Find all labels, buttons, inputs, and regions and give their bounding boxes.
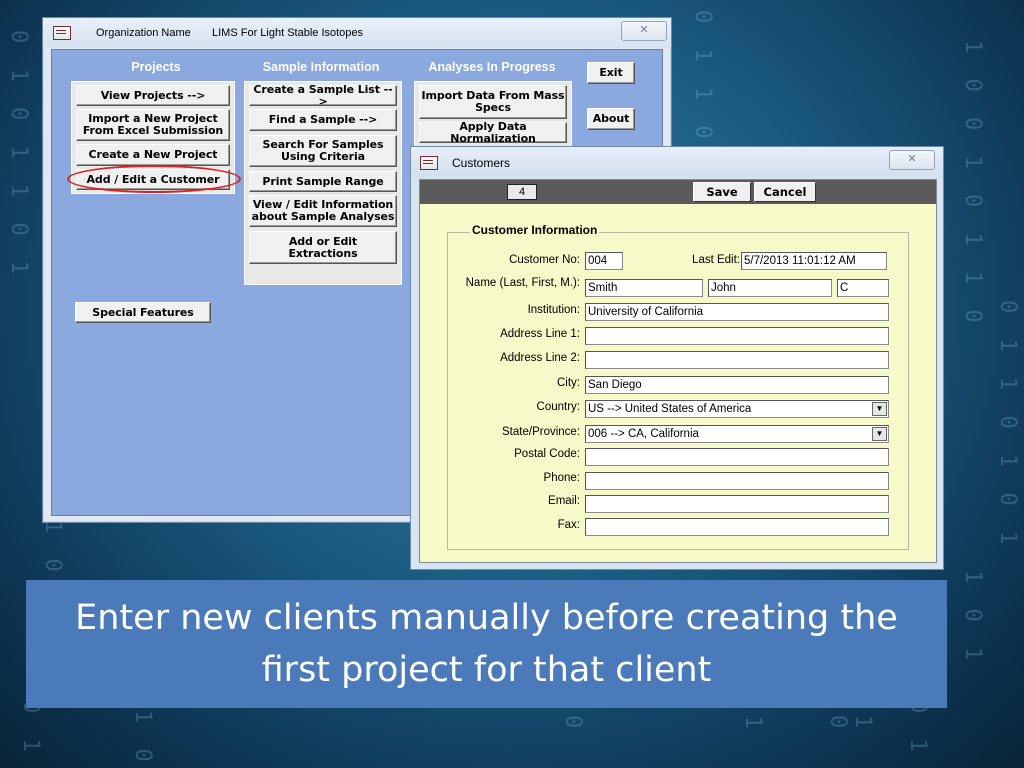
import-new-project-label: Import a New Project From Excel Submissi… — [82, 112, 224, 137]
about-button[interactable]: About — [587, 108, 635, 130]
main-titlebar: Organization Name LIMS For Light Stable … — [43, 18, 671, 48]
view-projects-button[interactable]: View Projects --> — [76, 85, 230, 106]
exit-button[interactable]: Exit — [587, 62, 635, 84]
view-projects-label: View Projects --> — [100, 88, 206, 102]
org-label: Organization Name — [96, 27, 191, 39]
apply-normalization-button[interactable]: Apply Data Normalization — [419, 119, 567, 145]
address-line-2-field[interactable] — [585, 351, 889, 369]
name-label: Name (Last, First, M.): — [465, 277, 580, 289]
exit-label: Exit — [599, 66, 623, 79]
last-name-field[interactable]: Smith — [585, 279, 703, 297]
import-mass-specs-label: Import Data From Mass Specs — [421, 89, 565, 114]
caption-line-2: first project for that client — [261, 650, 712, 690]
print-sample-range-label: Print Sample Range — [262, 174, 384, 188]
find-sample-label: Find a Sample --> — [268, 113, 378, 126]
create-sample-list-button[interactable]: Create a Sample List --> — [249, 82, 397, 108]
email-label: Email: — [548, 495, 580, 507]
view-edit-analyses-label: View / Edit Information about Sample Ana… — [251, 198, 395, 223]
special-features-label: Special Features — [92, 305, 194, 319]
add-edit-extractions-label: Add or Edit Extractions — [288, 234, 358, 260]
address-line-1-field[interactable] — [585, 327, 889, 345]
create-new-project-label: Create a New Project — [88, 148, 218, 161]
last-edit-field: 5/7/2013 11:01:12 AM — [741, 252, 887, 270]
cancel-label: Cancel — [763, 185, 807, 199]
customers-titlebar: Customers ✕ — [411, 147, 943, 178]
projects-heading: Projects — [131, 60, 181, 74]
postal-code-field[interactable] — [585, 448, 889, 466]
save-label: Save — [706, 185, 738, 199]
chevron-down-icon[interactable]: ▼ — [872, 402, 887, 416]
customer-form: 4 Save Cancel Customer Information Custo… — [419, 179, 937, 563]
country-value: US --> United States of America — [588, 403, 752, 415]
add-edit-extractions-button[interactable]: Add or Edit Extractions — [249, 231, 397, 264]
app-title: LIMS For Light Stable Isotopes — [212, 27, 364, 39]
customer-no-label: Customer No: — [509, 254, 580, 266]
city-label: City: — [557, 377, 580, 389]
create-sample-list-label: Create a Sample List --> — [253, 82, 393, 108]
city-field[interactable]: San Diego — [585, 376, 889, 394]
customers-title: Customers — [452, 156, 511, 170]
address-line-2-label: Address Line 2: — [500, 352, 580, 364]
phone-field[interactable] — [585, 472, 889, 490]
import-new-project-button[interactable]: Import a New Project From Excel Submissi… — [76, 109, 230, 141]
sample-information-button-group: Create a Sample List --> Find a Sample -… — [244, 81, 402, 285]
save-button[interactable]: Save — [693, 182, 751, 202]
create-new-project-button[interactable]: Create a New Project — [76, 144, 230, 166]
analyses-in-progress-heading: Analyses In Progress — [428, 60, 556, 74]
institution-field[interactable]: University of California — [585, 303, 889, 321]
fax-label: Fax: — [557, 519, 580, 531]
country-label: Country: — [536, 401, 580, 413]
record-number: 4 — [507, 184, 537, 200]
address-line-1-label: Address Line 1: — [500, 328, 580, 340]
customers-window: Customers ✕ 4 Save Cancel Customer Infor… — [410, 146, 944, 570]
first-name-field[interactable]: John — [708, 279, 832, 297]
state-province-label: State/Province: — [502, 426, 580, 438]
fax-field[interactable] — [585, 518, 889, 536]
caption-line-1: Enter new clients manually before creati… — [75, 598, 898, 638]
state-province-select[interactable]: 006 --> CA, California ▼ — [585, 425, 889, 443]
apply-normalization-label: Apply Data Normalization — [450, 119, 536, 145]
email-field[interactable] — [585, 495, 889, 513]
search-samples-label: Search For Samples Using Criteria — [262, 138, 384, 163]
institution-label: Institution: — [527, 304, 580, 316]
view-edit-analyses-button[interactable]: View / Edit Information about Sample Ana… — [249, 195, 397, 227]
print-sample-range-button[interactable]: Print Sample Range — [249, 171, 397, 192]
import-mass-specs-button[interactable]: Import Data From Mass Specs — [419, 85, 567, 119]
special-features-button[interactable]: Special Features — [75, 302, 211, 323]
slide-caption: Enter new clients manually before creati… — [26, 580, 947, 708]
cancel-button[interactable]: Cancel — [754, 182, 816, 202]
phone-label: Phone: — [543, 472, 580, 484]
customer-no-field[interactable]: 004 — [585, 252, 623, 270]
highlight-oval — [67, 165, 241, 193]
last-edit-label: Last Edit: — [692, 254, 740, 266]
country-select[interactable]: US --> United States of America ▼ — [585, 400, 889, 418]
customer-information-heading: Customer Information — [470, 223, 600, 237]
about-label: About — [592, 112, 630, 125]
record-toolbar: 4 Save Cancel — [420, 180, 936, 204]
customers-close-icon[interactable]: ✕ — [889, 150, 935, 170]
customers-form-icon — [420, 156, 438, 170]
middle-initial-field[interactable]: C — [837, 279, 889, 297]
app-form-icon — [53, 26, 71, 40]
search-samples-button[interactable]: Search For Samples Using Criteria — [249, 135, 397, 167]
close-icon[interactable]: ✕ — [621, 21, 667, 41]
sample-information-heading: Sample Information — [262, 60, 380, 74]
chevron-down-icon[interactable]: ▼ — [872, 427, 887, 441]
state-province-value: 006 --> CA, California — [588, 428, 699, 440]
postal-code-label: Postal Code: — [514, 448, 580, 460]
find-sample-button[interactable]: Find a Sample --> — [249, 109, 397, 131]
